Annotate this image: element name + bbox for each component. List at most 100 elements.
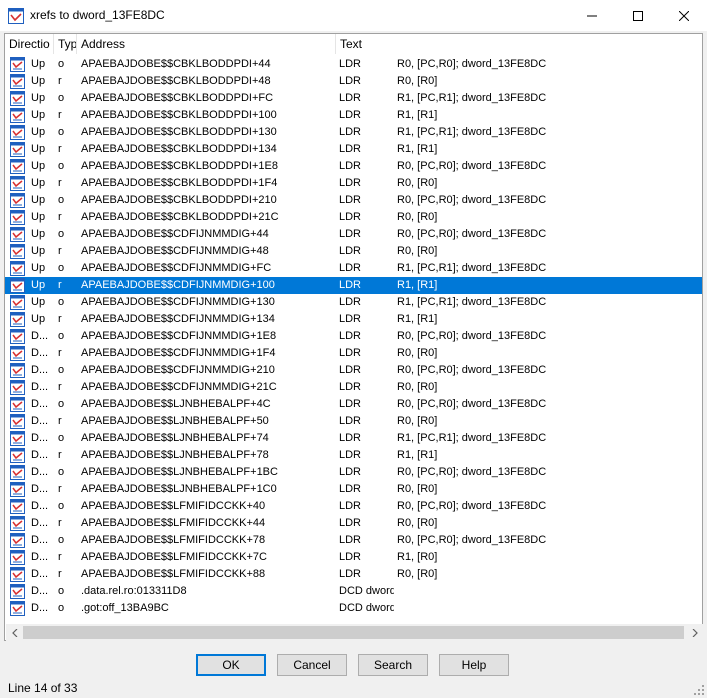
direction-cell: D... [31,585,49,597]
list-item[interactable]: D... o APAEBAJDOBE$$LFMIFIDCCKK+40 LDR R0, [… [5,498,702,515]
instruction-cell: LDR [339,194,362,206]
xrefs-list[interactable]: Directio Typ Address Text Up o APAEBAJDOBE… [4,33,703,641]
resize-grip-icon[interactable] [693,684,705,696]
list-item[interactable]: D... o .got:off_13BA9BC DCD dword_13FE8DC [5,600,702,617]
scroll-right-button[interactable] [686,624,703,641]
operands-cell: R0, [PC,R0]; dword_13FE8DC [397,194,547,206]
address-cell: .data.rel.ro:013311D8 [81,585,187,597]
address-cell: APAEBAJDOBE$$CBKLBODDPDI+44 [81,58,271,70]
ok-button[interactable]: OK [196,654,266,676]
list-item[interactable]: D... o APAEBAJDOBE$$CDFIJNMMDIG+210 LDR R0, … [5,362,702,379]
instruction-cell: LDR [339,58,362,70]
type-cell: r [58,483,62,495]
list-item[interactable]: D... r APAEBAJDOBE$$CDFIJNMMDIG+21C LDR R0, … [5,379,702,396]
xref-entry-icon [10,312,25,327]
type-cell: o [58,126,65,138]
list-item[interactable]: D... o APAEBAJDOBE$$LJNBHEBALPF+1BC LDR R0, … [5,464,702,481]
list-item[interactable]: Up r APAEBAJDOBE$$CDFIJNMMDIG+100 LDR R1, [R… [5,277,702,294]
list-item[interactable]: Up o APAEBAJDOBE$$CBKLBODDPDI+FC LDR R1, [PC… [5,90,702,107]
list-item[interactable]: D... r APAEBAJDOBE$$LFMIFIDCCKK+44 LDR R0, [… [5,515,702,532]
instruction-cell: LDR [339,449,362,461]
list-item[interactable]: Up o APAEBAJDOBE$$CBKLBODDPDI+44 LDR R0, [PC… [5,56,702,73]
list-item[interactable]: D... r APAEBAJDOBE$$LFMIFIDCCKK+88 LDR R0, [… [5,566,702,583]
direction-cell: Up [31,177,46,189]
list-item[interactable]: D... r APAEBAJDOBE$$LJNBHEBALPF+50 LDR R0, [… [5,413,702,430]
list-item[interactable]: Up o APAEBAJDOBE$$CDFIJNMMDIG+FC LDR R1, [PC… [5,260,702,277]
list-item[interactable]: D... o APAEBAJDOBE$$CDFIJNMMDIG+1E8 LDR R0, … [5,328,702,345]
column-header-text[interactable]: Text [336,34,702,54]
list-item[interactable]: Up r APAEBAJDOBE$$CBKLBODDPDI+100 LDR R1, [R… [5,107,702,124]
instruction-cell: LDR [339,500,362,512]
list-item[interactable]: Up o APAEBAJDOBE$$CBKLBODDPDI+1E8 LDR R0, [P… [5,158,702,175]
xref-entry-icon [10,57,25,72]
list-item[interactable]: Up r APAEBAJDOBE$$CDFIJNMMDIG+48 LDR R0, [R0… [5,243,702,260]
address-cell: APAEBAJDOBE$$CDFIJNMMDIG+1F4 [81,347,276,359]
list-item[interactable]: D... o APAEBAJDOBE$$LFMIFIDCCKK+78 LDR R0, [… [5,532,702,549]
list-item[interactable]: Up r APAEBAJDOBE$$CBKLBODDPDI+21C LDR R0, [R… [5,209,702,226]
search-button[interactable]: Search [358,654,428,676]
direction-cell: Up [31,160,46,172]
list-item[interactable]: D... r APAEBAJDOBE$$CDFIJNMMDIG+1F4 LDR R0, … [5,345,702,362]
list-item[interactable]: D... r APAEBAJDOBE$$LJNBHEBALPF+1C0 LDR R0, … [5,481,702,498]
column-header-type[interactable]: Typ [54,34,77,54]
xref-entry-icon [10,176,25,191]
operands-cell: R0, [R0] [397,381,438,393]
list-item[interactable]: D... r APAEBAJDOBE$$LJNBHEBALPF+78 LDR R1, [… [5,447,702,464]
list-item[interactable]: D... o .data.rel.ro:013311D8 DCD dword_13FE… [5,583,702,600]
list-item[interactable]: Up o APAEBAJDOBE$$CDFIJNMMDIG+44 LDR R0, [PC… [5,226,702,243]
close-button[interactable] [661,0,707,31]
operands-cell: R0, [R0] [397,75,438,87]
help-button[interactable]: Help [439,654,509,676]
instruction-cell: LDR [339,415,362,427]
address-cell: APAEBAJDOBE$$CBKLBODDPDI+100 [81,109,277,121]
instruction-cell: LDR [339,483,362,495]
horizontal-scrollbar[interactable] [6,624,703,641]
xref-entry-icon [10,210,25,225]
maximize-button[interactable] [615,0,661,31]
direction-cell: Up [31,296,46,308]
list-item[interactable]: D... o APAEBAJDOBE$$LJNBHEBALPF+4C LDR R0, [… [5,396,702,413]
type-cell: o [58,466,65,478]
operands-cell: R1, [R1] [397,109,438,121]
type-cell: o [58,500,65,512]
type-cell: r [58,551,62,563]
list-item[interactable]: Up o APAEBAJDOBE$$CBKLBODDPDI+130 LDR R1, [P… [5,124,702,141]
minimize-button[interactable] [569,0,615,31]
instruction-cell: LDR [339,279,362,291]
operands-cell: R1, [R1] [397,279,438,291]
list-item[interactable]: Up r APAEBAJDOBE$$CBKLBODDPDI+48 LDR R0, [R0… [5,73,702,90]
direction-cell: D... [31,466,49,478]
type-cell: r [58,75,62,87]
column-header-direction[interactable]: Directio [5,34,54,54]
list-item[interactable]: Up r APAEBAJDOBE$$CBKLBODDPDI+134 LDR R1, [R… [5,141,702,158]
operands-cell: R0, [PC,R0]; dword_13FE8DC [397,58,547,70]
column-header-address[interactable]: Address [77,34,336,54]
list-item[interactable]: Up o APAEBAJDOBE$$CBKLBODDPDI+210 LDR R0, [P… [5,192,702,209]
type-cell: r [58,517,62,529]
operands-cell: R0, [R0] [397,415,438,427]
list-item[interactable]: Up o APAEBAJDOBE$$CDFIJNMMDIG+130 LDR R1, [P… [5,294,702,311]
list-item[interactable]: Up r APAEBAJDOBE$$CBKLBODDPDI+1F4 LDR R0, [R… [5,175,702,192]
type-cell: r [58,245,62,257]
instruction-cell: LDR [339,551,362,563]
instruction-cell: LDR [339,177,362,189]
operands-cell: R0, [R0] [397,211,438,223]
list-item[interactable]: D... r APAEBAJDOBE$$LFMIFIDCCKK+7C LDR R1, [… [5,549,702,566]
list-rows: Up o APAEBAJDOBE$$CBKLBODDPDI+44 LDR R0, [PC… [5,56,702,622]
scroll-thumb[interactable] [23,626,684,639]
operands-cell: R1, [PC,R1]; dword_13FE8DC [397,92,547,104]
cancel-button[interactable]: Cancel [277,654,347,676]
scroll-left-button[interactable] [6,624,23,641]
type-cell: r [58,211,62,223]
close-icon [679,10,689,21]
address-cell: APAEBAJDOBE$$LJNBHEBALPF+50 [81,415,269,427]
instruction-cell: LDR [339,160,362,172]
operands-cell: R0, [R0] [397,177,438,189]
direction-cell: Up [31,75,46,87]
type-cell: o [58,398,65,410]
instruction-cell: LDR [339,211,362,223]
list-item[interactable]: Up r APAEBAJDOBE$$CDFIJNMMDIG+134 LDR R1, [R… [5,311,702,328]
xref-entry-icon [10,482,25,497]
direction-cell: D... [31,602,49,614]
list-item[interactable]: D... o APAEBAJDOBE$$LJNBHEBALPF+74 LDR R1, [… [5,430,702,447]
